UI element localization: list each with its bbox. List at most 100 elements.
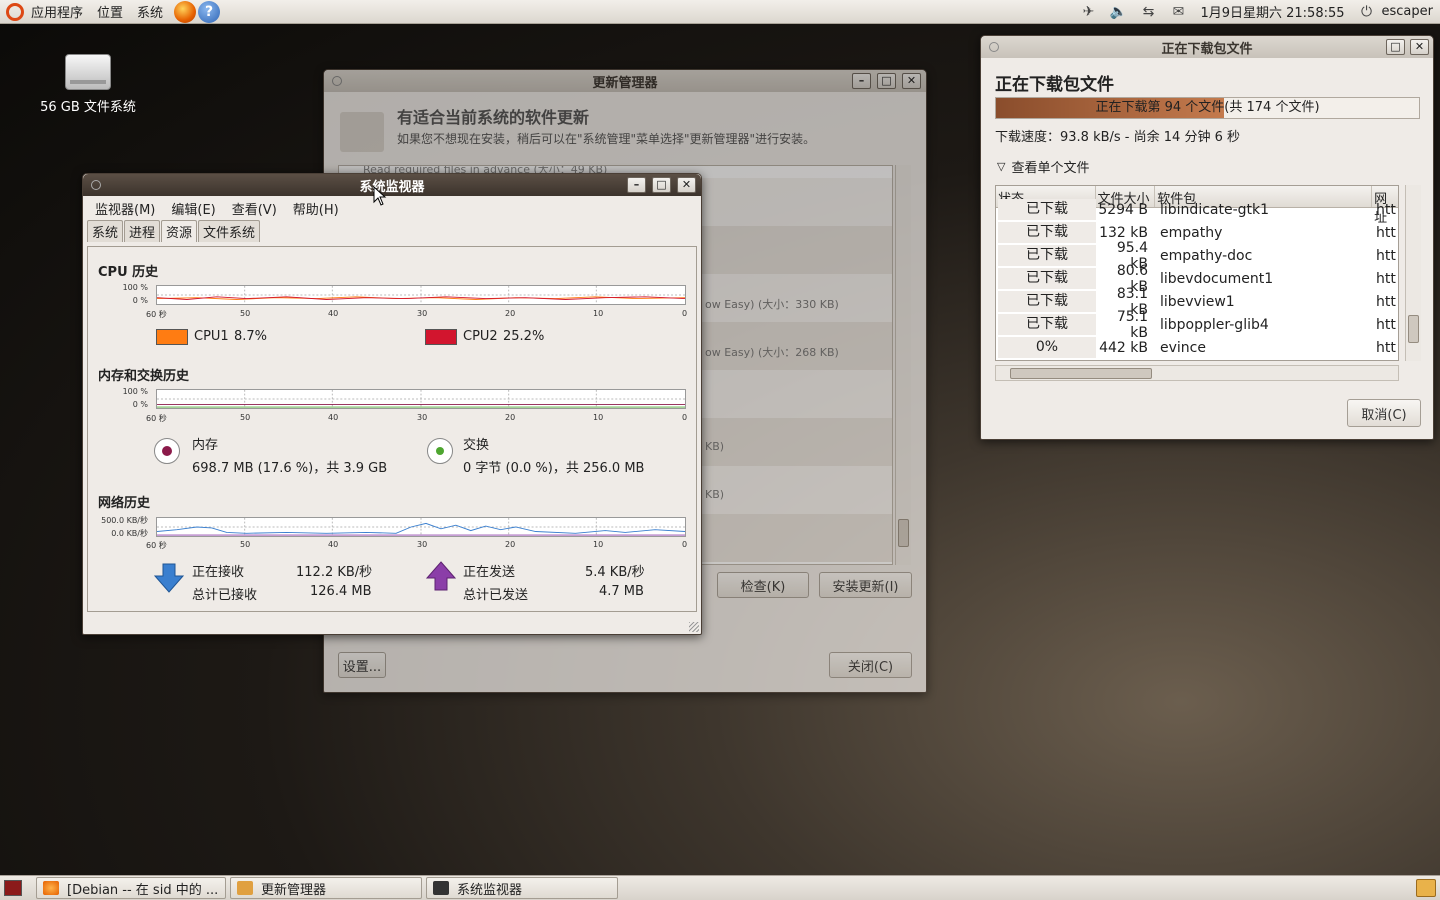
row-size: 132 kB xyxy=(1099,224,1148,241)
firefox-launcher-icon[interactable] xyxy=(174,0,197,23)
row-url: htt xyxy=(1376,339,1396,356)
update-list-item[interactable]: KB) xyxy=(705,488,724,501)
close-dialog-button[interactable]: 关闭(C) xyxy=(829,652,912,678)
update-list-item[interactable]: KB) xyxy=(705,440,724,453)
expander-label: 查看单个文件 xyxy=(1011,161,1090,176)
download-window[interactable]: 正在下载包文件 □ ✕ 正在下载包文件 正在下载第 94 个文件(共 174 个… xyxy=(980,35,1434,440)
update-notifier-icon[interactable]: ⇆ xyxy=(1139,4,1157,20)
row-package: libevdocument1 xyxy=(1160,270,1274,287)
receive-arrow-icon[interactable] xyxy=(154,563,184,593)
window-title: 更新管理器 xyxy=(592,75,658,91)
power-icon[interactable]: ⏻ xyxy=(1358,4,1376,20)
total-received-label: 总计已接收 xyxy=(192,588,258,603)
minimize-button[interactable]: – xyxy=(852,73,871,89)
network-icon[interactable]: ✈ xyxy=(1079,4,1097,20)
update-list-scrollbar[interactable] xyxy=(895,165,911,565)
update-list-item[interactable]: ow Easy) (大小：330 KB) xyxy=(705,296,839,312)
settings-button[interactable]: 设置... xyxy=(338,652,386,678)
row-package: evince xyxy=(1160,339,1206,356)
taskbar-item-system-monitor[interactable]: 系统监视器 xyxy=(426,877,618,899)
places-menu[interactable]: 位置 xyxy=(90,0,130,24)
close-button[interactable]: ✕ xyxy=(902,73,921,89)
check-button[interactable]: 检查(K) xyxy=(717,572,809,598)
menu-edit[interactable]: 编辑(E) xyxy=(163,199,223,218)
row-size: 442 kB xyxy=(1099,339,1148,356)
volume-icon[interactable]: 🔈 xyxy=(1109,4,1127,20)
system-monitor-window[interactable]: 系统监视器 – □ ✕ 监视器(M) 编辑(E) 查看(V) 帮助(H) 系统 … xyxy=(82,173,702,635)
window-menu-icon[interactable] xyxy=(989,42,999,52)
cpu1-color-swatch[interactable] xyxy=(156,329,188,345)
row-status: 已下载 xyxy=(998,222,1096,243)
mail-icon[interactable]: ✉ xyxy=(1169,4,1187,20)
x-tick: 60 秒 xyxy=(146,541,167,550)
close-button[interactable]: ✕ xyxy=(1410,39,1429,55)
close-button[interactable]: ✕ xyxy=(677,177,696,193)
taskbar-item-label: 系统监视器 xyxy=(457,882,523,898)
desktop-drive-icon[interactable]: 56 GB 文件系统 xyxy=(36,54,140,115)
user-menu[interactable]: escaper xyxy=(1382,0,1440,24)
system-monitor-titlebar[interactable]: 系统监视器 – □ ✕ xyxy=(83,174,701,196)
menu-help[interactable]: 帮助(H) xyxy=(285,199,347,218)
update-manager-titlebar[interactable]: 更新管理器 – □ ✕ xyxy=(324,70,926,92)
net-y-min: 0.0 KB/秒 xyxy=(111,529,148,538)
help-launcher-icon[interactable]: ? xyxy=(198,0,221,23)
download-file-table[interactable]: 状态 文件大小 软件包 网址 已下载5294 Blibindicate-gtk1… xyxy=(995,185,1399,361)
x-tick: 50 xyxy=(240,413,251,422)
table-row[interactable]: 已下载 95.4 kB empathy-doc htt xyxy=(996,240,1398,272)
table-row[interactable]: 0% 442 kB evince htt xyxy=(996,336,1398,359)
swap-value: 0 字节 (0.0 %)，共 256.0 MB xyxy=(463,461,645,476)
receiving-value: 112.2 KB/秒 xyxy=(296,565,373,580)
cancel-button[interactable]: 取消(C) xyxy=(1347,399,1421,427)
cpu-y-max: 100 % xyxy=(122,283,148,292)
cpu2-color-swatch[interactable] xyxy=(425,329,457,345)
receiving-label: 正在接收 xyxy=(192,565,245,580)
file-table-hscrollbar[interactable] xyxy=(995,365,1399,381)
x-tick: 20 xyxy=(505,309,516,318)
taskbar-item-update-manager[interactable]: 更新管理器 xyxy=(230,877,422,899)
tab-system[interactable]: 系统 xyxy=(87,220,124,242)
menu-monitor[interactable]: 监视器(M) xyxy=(87,199,163,218)
file-list-expander[interactable]: ▽ 查看单个文件 xyxy=(997,157,1089,176)
row-package: empathy-doc xyxy=(1160,247,1253,264)
tab-filesystems[interactable]: 文件系统 xyxy=(198,220,261,242)
memory-history-chart xyxy=(156,389,686,409)
install-updates-button[interactable]: 安装更新(I) xyxy=(819,572,912,598)
swap-pie-icon[interactable] xyxy=(427,438,453,464)
system-menu[interactable]: 系统 xyxy=(130,0,170,24)
tab-resources[interactable]: 资源 xyxy=(161,220,198,242)
download-titlebar[interactable]: 正在下载包文件 □ ✕ xyxy=(981,36,1433,58)
maximize-button[interactable]: □ xyxy=(652,177,671,193)
expander-triangle-icon: ▽ xyxy=(997,160,1006,173)
file-table-vscrollbar[interactable] xyxy=(1405,185,1421,361)
row-package: empathy xyxy=(1160,224,1223,241)
resize-grip-icon[interactable] xyxy=(689,622,699,632)
window-menu-icon[interactable] xyxy=(332,76,342,86)
table-row[interactable]: 已下载 75.1 kB libpoppler-glib4 htt xyxy=(996,309,1398,341)
window-menu-icon[interactable] xyxy=(91,180,101,190)
progress-text: 正在下载第 94 个文件(共 174 个文件) xyxy=(1095,100,1320,115)
maximize-button[interactable]: □ xyxy=(1386,39,1405,55)
x-tick: 60 秒 xyxy=(146,310,167,319)
table-row[interactable]: 已下载 83.1 kB libevview1 htt xyxy=(996,286,1398,318)
send-arrow-icon[interactable] xyxy=(426,561,456,591)
show-desktop-icon[interactable] xyxy=(4,880,22,896)
tab-processes[interactable]: 进程 xyxy=(124,220,161,242)
trash-icon[interactable] xyxy=(1416,879,1436,897)
table-row[interactable]: 已下载 5294 B libindicate-gtk1 htt xyxy=(996,198,1398,221)
table-row[interactable]: 已下载 80.6 kB libevdocument1 htt xyxy=(996,263,1398,295)
menu-bar: 监视器(M) 编辑(E) 查看(V) 帮助(H) xyxy=(83,196,701,220)
maximize-button[interactable]: □ xyxy=(877,73,896,89)
row-url: htt xyxy=(1376,201,1396,218)
cpu1-value: 8.7% xyxy=(234,329,268,344)
clock[interactable]: 1月9日星期六 21:58:55 xyxy=(1193,0,1351,24)
download-progress-bar: 正在下载第 94 个文件(共 174 个文件) xyxy=(995,97,1420,119)
ubuntu-logo-icon[interactable] xyxy=(6,2,24,21)
menu-view[interactable]: 查看(V) xyxy=(224,199,285,218)
applications-menu[interactable]: 应用程序 xyxy=(24,0,90,24)
cpu-history-chart xyxy=(156,285,686,305)
minimize-button[interactable]: – xyxy=(627,177,646,193)
table-row[interactable]: 已下载 132 kB empathy htt xyxy=(996,221,1398,244)
update-list-item[interactable]: ow Easy) (大小：268 KB) xyxy=(705,344,839,360)
memory-pie-icon[interactable] xyxy=(154,438,180,464)
taskbar-item-firefox[interactable]: [Debian -- 在 sid 中的 ... xyxy=(36,877,226,899)
